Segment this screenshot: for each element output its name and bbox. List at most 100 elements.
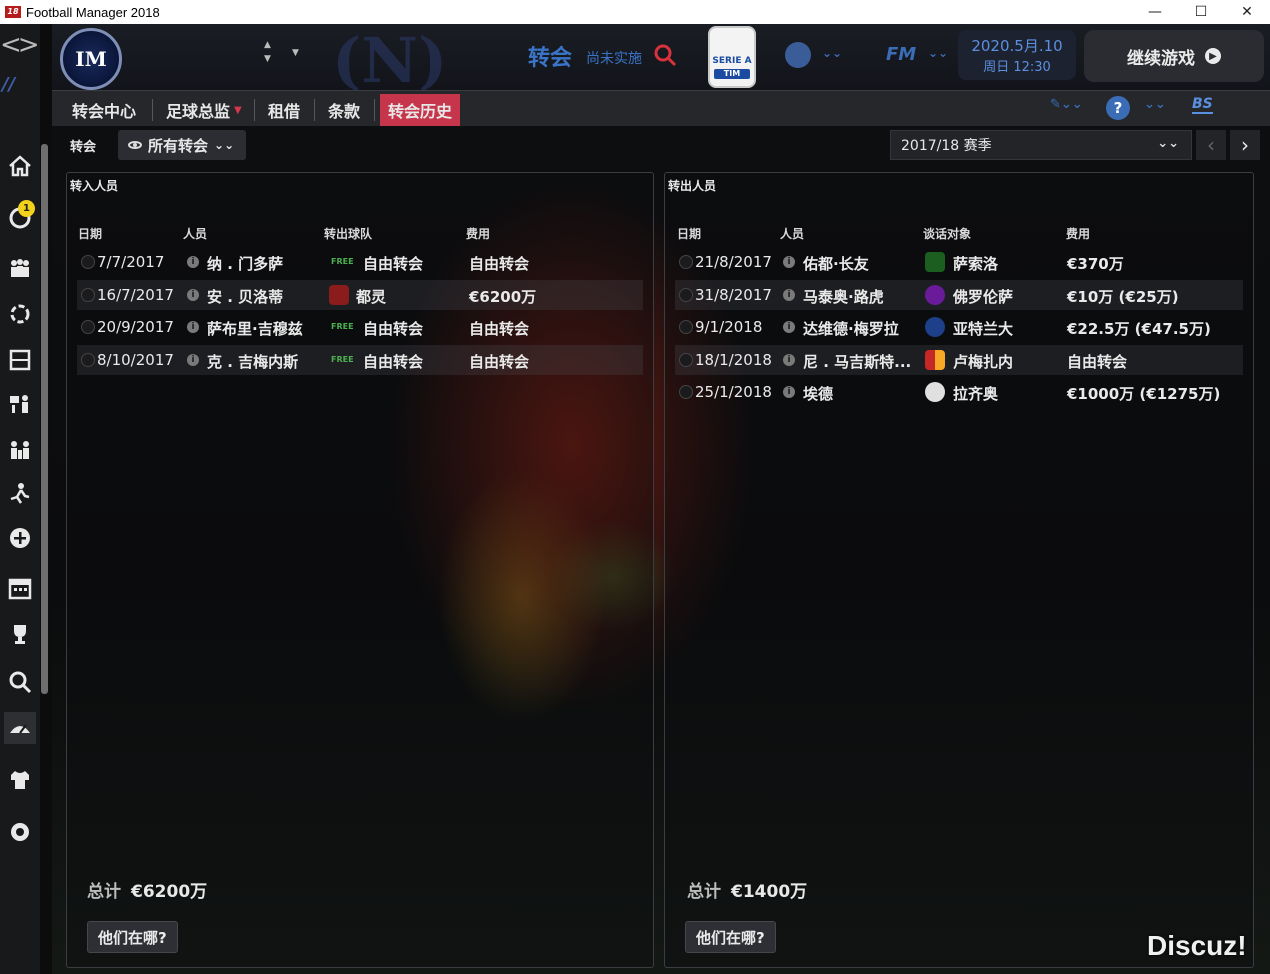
row-person[interactable]: 纳 . 门多萨: [207, 253, 283, 274]
top-header: IM ▲ ▼ ▼ (N) 转会 尚未实施 SERIE A TIM ⌄⌄ FM ⌄⌄…: [52, 24, 1270, 97]
continue-arrow-icon: ▶: [1205, 48, 1221, 64]
tab-transfer-centre[interactable]: 转会中心: [64, 94, 144, 126]
col-fee[interactable]: 费用: [466, 225, 490, 242]
where-are-they-button[interactable]: 他们在哪?: [685, 921, 776, 953]
table-row[interactable]: 25/1/2018 i 埃德 拉齐奥 €1000万 (€1275万): [675, 377, 1243, 407]
free-icon: FREE: [331, 322, 354, 331]
add-icon[interactable]: [4, 522, 36, 554]
discuz-watermark: Discuz!: [1147, 930, 1247, 961]
bs-button[interactable]: BS: [1192, 96, 1213, 114]
training-icon[interactable]: [4, 478, 36, 510]
sub-toolbar: 转会 所有转会 ⌄⌄ 2017/18 赛季 ⌄⌄ ‹ ›: [52, 126, 1270, 162]
info-icon[interactable]: i: [783, 354, 795, 366]
back-forward-icon[interactable]: <>: [0, 30, 52, 66]
row-person[interactable]: 尼 . 马吉斯特...: [803, 351, 911, 372]
col-person[interactable]: 人员: [780, 225, 804, 242]
calendar-icon[interactable]: [4, 572, 36, 604]
info-icon[interactable]: i: [783, 321, 795, 333]
maximize-button[interactable]: ☐: [1178, 0, 1224, 24]
fm-dropdown-icon[interactable]: ⌄⌄: [928, 46, 948, 60]
home-icon[interactable]: [4, 150, 36, 182]
row-person[interactable]: 克 . 吉梅内斯: [207, 351, 298, 372]
settings-icon[interactable]: [4, 816, 36, 848]
chevron-down-icon: ⌄⌄: [1157, 136, 1179, 151]
row-club[interactable]: 拉齐奥: [953, 383, 998, 404]
league-badge-icon[interactable]: SERIE A TIM: [708, 26, 756, 88]
info-icon[interactable]: i: [187, 321, 199, 333]
table-row[interactable]: 18/1/2018 i 尼 . 马吉斯特... 卢梅扎内 自由转会: [675, 345, 1243, 375]
free-icon: FREE: [331, 257, 354, 266]
inbox-icon[interactable]: 1: [4, 200, 36, 232]
col-person[interactable]: 人员: [183, 225, 207, 242]
col-club[interactable]: 转出球队: [324, 225, 372, 242]
table-row[interactable]: 7/7/2017 i 纳 . 门多萨 FREE 自由转会 自由转会: [77, 247, 643, 277]
tab-transfer-history[interactable]: 转会历史: [380, 94, 461, 126]
info-icon[interactable]: i: [783, 289, 795, 301]
tactics-icon[interactable]: [4, 344, 36, 376]
club-crest-icon[interactable]: IM: [60, 28, 122, 90]
info-icon[interactable]: i: [187, 354, 199, 366]
table-row[interactable]: 31/8/2017 i 马泰奥·路虎 佛罗伦萨 €10万 (€25万): [675, 280, 1243, 310]
col-date[interactable]: 日期: [78, 225, 102, 242]
table-row[interactable]: 9/1/2018 i 达维德·梅罗拉 亚特兰大 €22.5万 (€47.5万): [675, 312, 1243, 342]
info-icon[interactable]: i: [187, 256, 199, 268]
season-select[interactable]: 2017/18 赛季 ⌄⌄: [890, 130, 1192, 160]
col-fee[interactable]: 费用: [1066, 225, 1090, 242]
row-person[interactable]: 萨布里·吉穆兹: [207, 318, 303, 339]
tab-clauses[interactable]: 条款: [320, 94, 368, 126]
table-row[interactable]: 16/7/2017 i 安 . 贝洛蒂 都灵 €6200万: [77, 280, 643, 310]
info-icon[interactable]: i: [783, 386, 795, 398]
edit-icon[interactable]: ✎⌄⌄: [1050, 97, 1083, 112]
kit-icon[interactable]: [4, 764, 36, 796]
dynamics-icon[interactable]: [4, 298, 36, 330]
col-date[interactable]: 日期: [677, 225, 701, 242]
table-row[interactable]: 20/9/2017 i 萨布里·吉穆兹 FREE 自由转会 自由转会: [77, 312, 643, 342]
trophy-icon[interactable]: [4, 618, 36, 650]
row-person[interactable]: 达维德·梅罗拉: [803, 318, 899, 339]
table-row[interactable]: 8/10/2017 i 克 . 吉梅内斯 FREE 自由转会 自由转会: [77, 345, 643, 375]
table-row[interactable]: 21/8/2017 i 佑都·长友 萨索洛 €370万: [675, 247, 1243, 277]
world-icon[interactable]: [785, 42, 811, 68]
row-person[interactable]: 埃德: [803, 383, 833, 404]
row-person[interactable]: 安 . 贝洛蒂: [207, 286, 283, 307]
time-text: 周日 12:30: [983, 60, 1051, 75]
row-club[interactable]: 都灵: [356, 286, 386, 307]
squad-icon[interactable]: [4, 252, 36, 284]
tab-loans[interactable]: 租借: [260, 94, 308, 126]
torino-badge-icon: [329, 285, 349, 305]
help-icon[interactable]: ?: [1106, 96, 1130, 120]
row-club[interactable]: 萨索洛: [953, 253, 998, 274]
club-watermark-logo: (N): [332, 24, 448, 97]
staff-icon[interactable]: [4, 388, 36, 420]
row-person[interactable]: 马泰奥·路虎: [803, 286, 884, 307]
info-icon[interactable]: i: [187, 289, 199, 301]
subtab-transfers[interactable]: 转会: [70, 136, 96, 155]
search-icon[interactable]: [652, 42, 678, 68]
fm-logo[interactable]: FM: [886, 44, 916, 65]
col-negotiating-with[interactable]: 谈话对象: [923, 225, 971, 242]
previous-season-button[interactable]: ‹: [1196, 130, 1226, 160]
scouting-icon[interactable]: [4, 712, 36, 744]
nav-scrollbar[interactable]: [41, 144, 48, 694]
search-icon[interactable]: [4, 666, 36, 698]
continue-button[interactable]: 继续游戏 ▶: [1084, 30, 1264, 82]
help-dropdown-icon[interactable]: ⌄⌄: [1144, 97, 1166, 112]
total-label: 总计: [687, 882, 721, 902]
next-season-button[interactable]: ›: [1230, 130, 1260, 160]
transfer-filter-dropdown[interactable]: 所有转会 ⌄⌄: [118, 130, 246, 160]
minimize-button[interactable]: —: [1132, 0, 1178, 24]
tab-director-of-football[interactable]: 足球总监 ▼: [158, 94, 250, 126]
info-icon[interactable]: i: [783, 256, 795, 268]
row-club[interactable]: 佛罗伦萨: [953, 286, 1013, 307]
transfers-in-panel: 转入人员 日期 人员 转出球队 费用 7/7/2017 i 纳 . 门多萨 FR…: [66, 172, 654, 968]
chevron-down-icon: ▼: [234, 104, 242, 116]
world-dropdown-icon[interactable]: ⌄⌄: [822, 46, 842, 60]
row-club[interactable]: 亚特兰大: [953, 318, 1013, 339]
row-club[interactable]: 卢梅扎内: [953, 351, 1013, 372]
close-button[interactable]: ✕: [1224, 0, 1270, 24]
where-are-they-button[interactable]: 他们在哪?: [87, 921, 178, 953]
club-dropdown-icon[interactable]: ▼: [292, 48, 299, 58]
team-report-icon[interactable]: [4, 434, 36, 466]
row-person[interactable]: 佑都·长友: [803, 253, 869, 274]
updown-arrows-icon[interactable]: ▲ ▼: [264, 38, 271, 66]
